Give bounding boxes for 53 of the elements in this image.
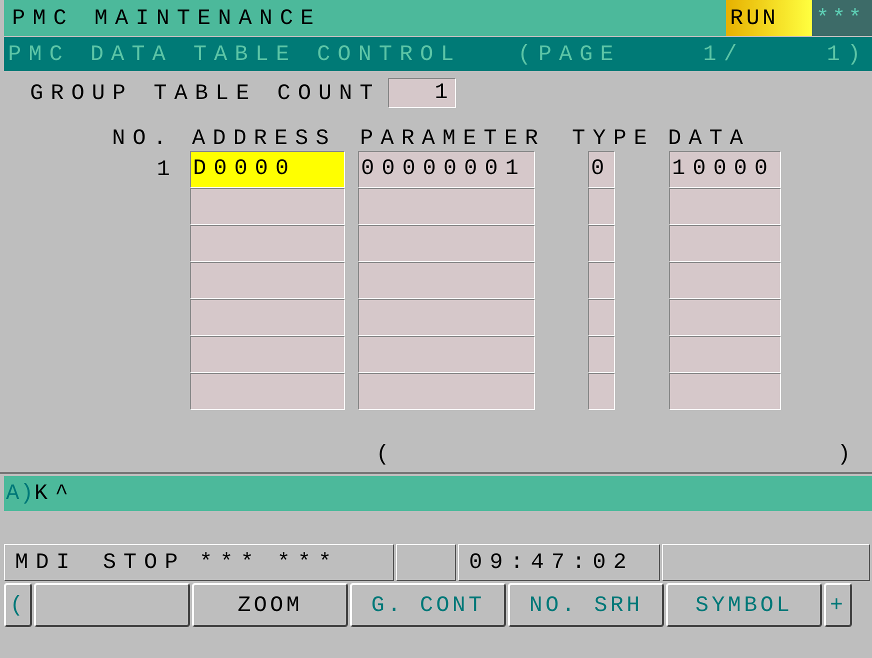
input-value: K^: [34, 481, 76, 506]
table-cell[interactable]: [190, 373, 345, 410]
status-text: ***: [277, 550, 339, 575]
column-header: TYPE: [572, 126, 656, 151]
table-cell[interactable]: 0: [588, 151, 615, 188]
input-prompt: A): [6, 481, 34, 506]
column-header: PARAMETER: [360, 126, 546, 151]
column-header: ADDRESS: [192, 126, 338, 151]
table-cell[interactable]: [190, 336, 345, 373]
table-cell[interactable]: D0000: [190, 151, 345, 188]
group-count-field[interactable]: 1: [388, 78, 456, 108]
table-cell[interactable]: 00000001: [358, 151, 535, 188]
table-cell[interactable]: [669, 262, 781, 299]
table-cell[interactable]: [588, 373, 615, 410]
column-header: NO.: [112, 126, 175, 151]
alarm-indicator: ***: [812, 0, 872, 36]
table-cell[interactable]: [358, 262, 535, 299]
screen-title: PMC MAINTENANCE: [12, 6, 322, 30]
run-indicator: RUN: [726, 0, 812, 36]
table-cell[interactable]: [669, 336, 781, 373]
table-cell[interactable]: [588, 336, 615, 373]
table-cell[interactable]: [190, 262, 345, 299]
column-header: DATA: [668, 126, 752, 151]
status-text: ***: [199, 550, 262, 575]
mode-text: MDI: [15, 550, 77, 575]
table-cell[interactable]: [190, 188, 345, 225]
page-indicator: (PAGE 1/ 1): [518, 42, 868, 66]
softkey[interactable]: [34, 583, 190, 627]
table-cell[interactable]: [588, 225, 615, 262]
softkey[interactable]: ZOOM: [192, 583, 348, 627]
subtitle: PMC DATA TABLE CONTROL: [8, 42, 462, 66]
clock-text: 09:47:02: [469, 550, 634, 575]
row-number: 1: [156, 157, 170, 182]
table-cell[interactable]: [669, 299, 781, 336]
table-cell[interactable]: [588, 262, 615, 299]
table-cell[interactable]: [358, 188, 535, 225]
table-cell[interactable]: [588, 299, 615, 336]
table-cell[interactable]: [358, 225, 535, 262]
table-cell[interactable]: 10000: [669, 151, 781, 188]
table-cell[interactable]: [358, 299, 535, 336]
bracket: (: [376, 442, 397, 469]
bracket: ): [837, 442, 858, 469]
state-text: STOP: [102, 550, 186, 575]
table-cell[interactable]: [358, 336, 535, 373]
table-cell[interactable]: [588, 188, 615, 225]
table-cell[interactable]: [669, 188, 781, 225]
table-cell[interactable]: [358, 373, 535, 410]
table-cell[interactable]: [190, 299, 345, 336]
table-cell[interactable]: [190, 225, 345, 262]
table-cell[interactable]: [669, 225, 781, 262]
status-cell: [396, 544, 456, 581]
table-cell[interactable]: [669, 373, 781, 410]
group-count-label: GROUP TABLE COUNT: [30, 80, 380, 106]
